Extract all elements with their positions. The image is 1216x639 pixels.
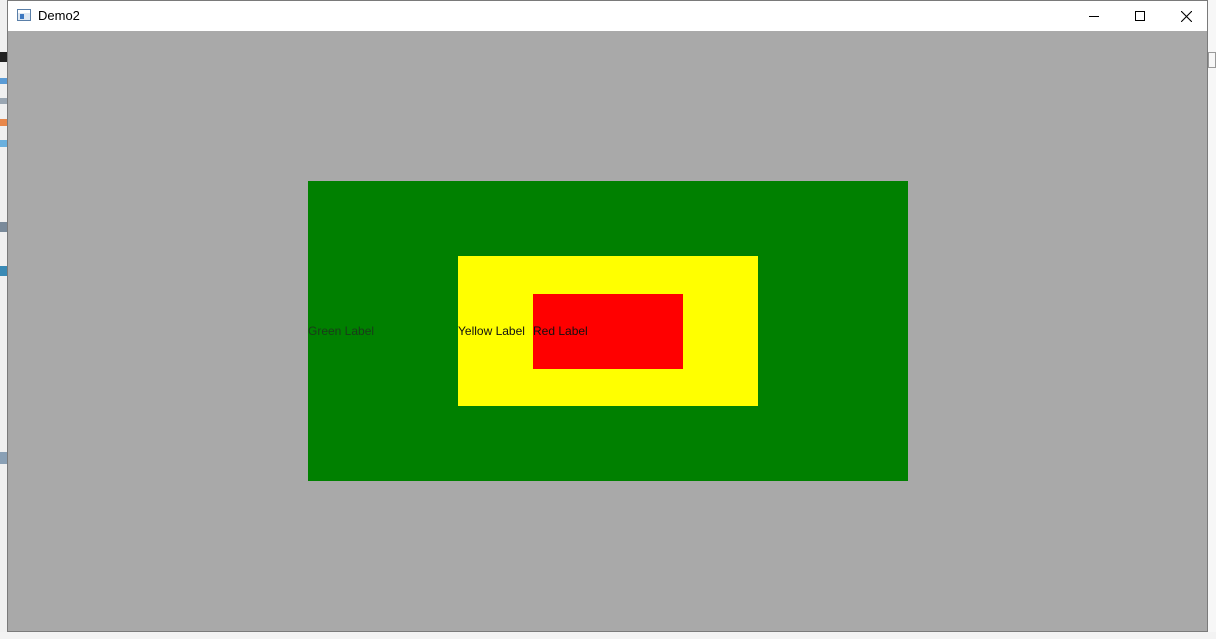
red-panel: Red Label bbox=[533, 294, 683, 369]
green-panel: Green Label Yellow Label Red Label bbox=[308, 181, 908, 481]
minimize-button[interactable] bbox=[1071, 1, 1117, 31]
background-fragment bbox=[1208, 52, 1216, 68]
client-area: Green Label Yellow Label Red Label bbox=[8, 31, 1207, 631]
maximize-button[interactable] bbox=[1117, 1, 1163, 31]
window-title: Demo2 bbox=[38, 8, 80, 23]
yellow-panel: Yellow Label Red Label bbox=[458, 256, 758, 406]
maximize-icon bbox=[1135, 11, 1145, 21]
title-bar[interactable]: Demo2 bbox=[8, 1, 1207, 31]
app-window-icon bbox=[17, 9, 31, 21]
green-label: Green Label bbox=[308, 324, 375, 338]
background-window-right bbox=[1208, 0, 1216, 639]
demo2-window: Demo2 Green Label Yellow Label Red Label bbox=[7, 0, 1208, 632]
minimize-icon bbox=[1089, 16, 1099, 17]
close-button[interactable] bbox=[1163, 1, 1207, 31]
yellow-label: Yellow Label bbox=[458, 324, 525, 338]
red-label: Red Label bbox=[533, 324, 588, 338]
close-icon bbox=[1180, 10, 1192, 22]
background-window-bottom bbox=[0, 632, 1216, 639]
